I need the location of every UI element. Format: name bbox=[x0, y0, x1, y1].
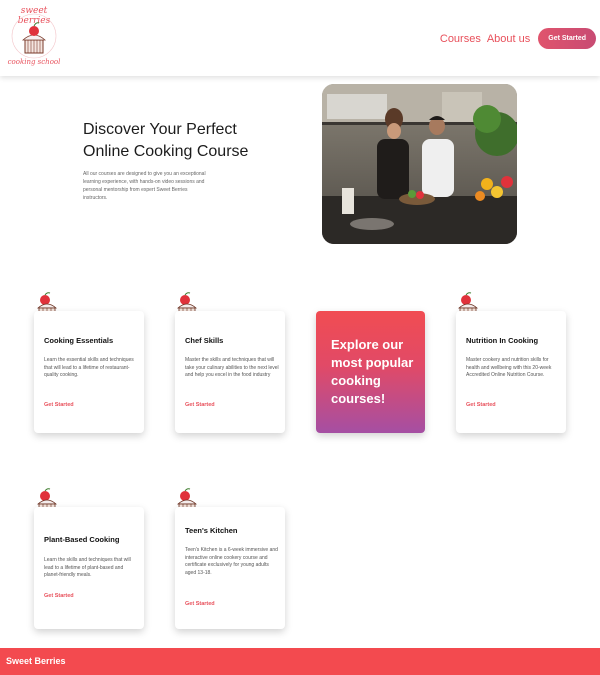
get-started-button[interactable]: Get Started bbox=[538, 28, 596, 49]
course-card[interactable]: Teen's Kitchen Teen's Kitchen is a 6-wee… bbox=[175, 507, 285, 629]
hero-title: Discover Your Perfect Online Cooking Cou… bbox=[83, 119, 283, 163]
promo-text: Explore our most popular cooking courses… bbox=[331, 337, 414, 406]
promo-card[interactable]: Explore our most popular cooking courses… bbox=[316, 311, 425, 433]
site-header: sweet berries cooking school Courses Abo… bbox=[0, 0, 600, 76]
course-card[interactable]: Plant-Based Cooking Learn the skills and… bbox=[34, 507, 144, 629]
nav-courses-link[interactable]: Courses bbox=[440, 33, 481, 45]
hero-title-line-1: Discover Your Perfect bbox=[83, 121, 237, 138]
hero-title-line-2: Online Cooking Course bbox=[83, 143, 249, 160]
course-card-get-started-link[interactable]: Get Started bbox=[185, 601, 215, 607]
footer-brand: Sweet Berries bbox=[6, 656, 66, 666]
course-card-title: Cooking Essentials bbox=[44, 336, 114, 345]
course-card-description: Learn the essential skills and technique… bbox=[44, 357, 134, 378]
nav-about-link[interactable]: About us bbox=[487, 33, 530, 45]
logo-text-bottom: cooking school bbox=[7, 58, 61, 66]
course-card-description: Teen's Kitchen is a 6-week immersive and… bbox=[185, 547, 278, 576]
course-card-description: Learn the skills and techniques that wil… bbox=[44, 557, 131, 578]
main-nav: Courses About us Get Started bbox=[440, 28, 596, 49]
logo-cake-icon bbox=[11, 13, 57, 59]
hero-image bbox=[322, 84, 517, 244]
course-card[interactable]: Nutrition In Cooking Master cookery and … bbox=[456, 311, 566, 433]
course-card[interactable]: Chef Skills Master the skills and techni… bbox=[175, 311, 285, 433]
course-card-title: Nutrition In Cooking bbox=[466, 336, 539, 345]
course-card[interactable]: Cooking Essentials Learn the essential s… bbox=[34, 311, 144, 433]
sweet-berries-logo[interactable]: sweet berries cooking school bbox=[6, 6, 62, 66]
kitchen-photo bbox=[322, 84, 517, 244]
course-card-title: Teen's Kitchen bbox=[185, 526, 238, 535]
course-card-get-started-link[interactable]: Get Started bbox=[44, 402, 74, 408]
course-card-get-started-link[interactable]: Get Started bbox=[466, 402, 496, 408]
course-card-description: Master cookery and nutrition skills for … bbox=[466, 357, 552, 378]
course-card-get-started-link[interactable]: Get Started bbox=[44, 593, 74, 599]
course-card-description: Master the skills and techniques that wi… bbox=[185, 357, 279, 378]
course-card-get-started-link[interactable]: Get Started bbox=[185, 402, 215, 408]
course-card-title: Plant-Based Cooking bbox=[44, 535, 120, 544]
course-card-title: Chef Skills bbox=[185, 336, 224, 345]
hero-description: All our courses are designed to give you… bbox=[83, 171, 206, 201]
site-footer: Sweet Berries bbox=[0, 648, 600, 675]
